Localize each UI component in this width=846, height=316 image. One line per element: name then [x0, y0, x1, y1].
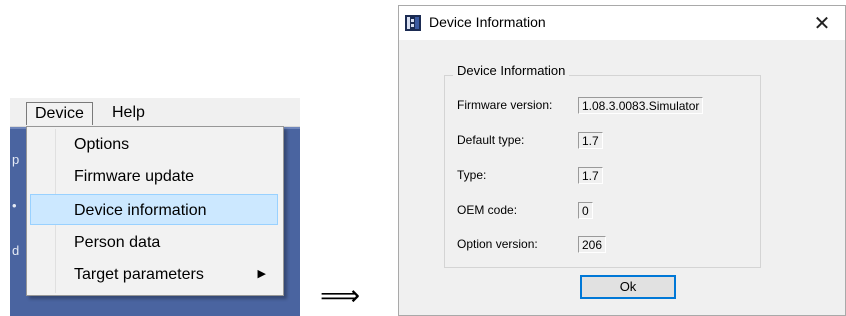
menu-item-label: Device information [74, 202, 207, 219]
menu-help[interactable]: Help [104, 102, 153, 124]
app-icon [405, 15, 421, 31]
type-value: 1.7 [578, 167, 603, 184]
device-dropdown: Options Firmware update Device informati… [26, 126, 284, 296]
option-version-label: Option version: [457, 237, 538, 251]
menu-item-options[interactable]: Options [30, 129, 278, 160]
group-title: Device Information [453, 63, 570, 78]
dialog-title: Device Information [429, 14, 546, 30]
menu-item-label: Options [74, 136, 130, 153]
firmware-version-value: 1.08.3.0083.Simulator [578, 97, 704, 114]
menu-item-person-data[interactable]: Person data [30, 227, 278, 258]
dialog-titlebar[interactable]: Device Information ✕ [399, 6, 845, 40]
menu-screenshot: p • d Device Help Options Firmware updat… [10, 98, 300, 316]
device-information-dialog: Device Information ✕ Device Information … [398, 5, 846, 316]
submenu-arrow-icon: ▶ [257, 268, 266, 280]
default-type-label: Default type: [457, 133, 525, 147]
menu-device[interactable]: Device [26, 102, 93, 125]
background-text: • [12, 198, 17, 213]
menu-item-label: Firmware update [74, 168, 195, 185]
oem-code-value: 0 [578, 202, 593, 219]
menu-item-target-parameters[interactable]: Target parameters ▶ [30, 259, 278, 290]
option-version-value: 206 [578, 236, 607, 253]
ok-button[interactable]: Ok [580, 275, 676, 299]
default-type-value: 1.7 [578, 132, 603, 149]
type-label: Type: [457, 168, 487, 182]
menu-item-label: Person data [74, 234, 161, 251]
implies-arrow-icon: ⟹ [320, 279, 361, 312]
firmware-version-label: Firmware version: [457, 98, 553, 112]
menu-item-label: Target parameters [74, 266, 204, 283]
menu-item-firmware-update[interactable]: Firmware update [30, 161, 278, 192]
background-text: d [12, 243, 20, 258]
background-text: p [12, 152, 20, 167]
menu-bar: Device Help [10, 98, 300, 127]
menu-item-device-information[interactable]: Device information [30, 194, 278, 225]
close-icon[interactable]: ✕ [799, 6, 845, 40]
oem-code-label: OEM code: [457, 203, 518, 217]
